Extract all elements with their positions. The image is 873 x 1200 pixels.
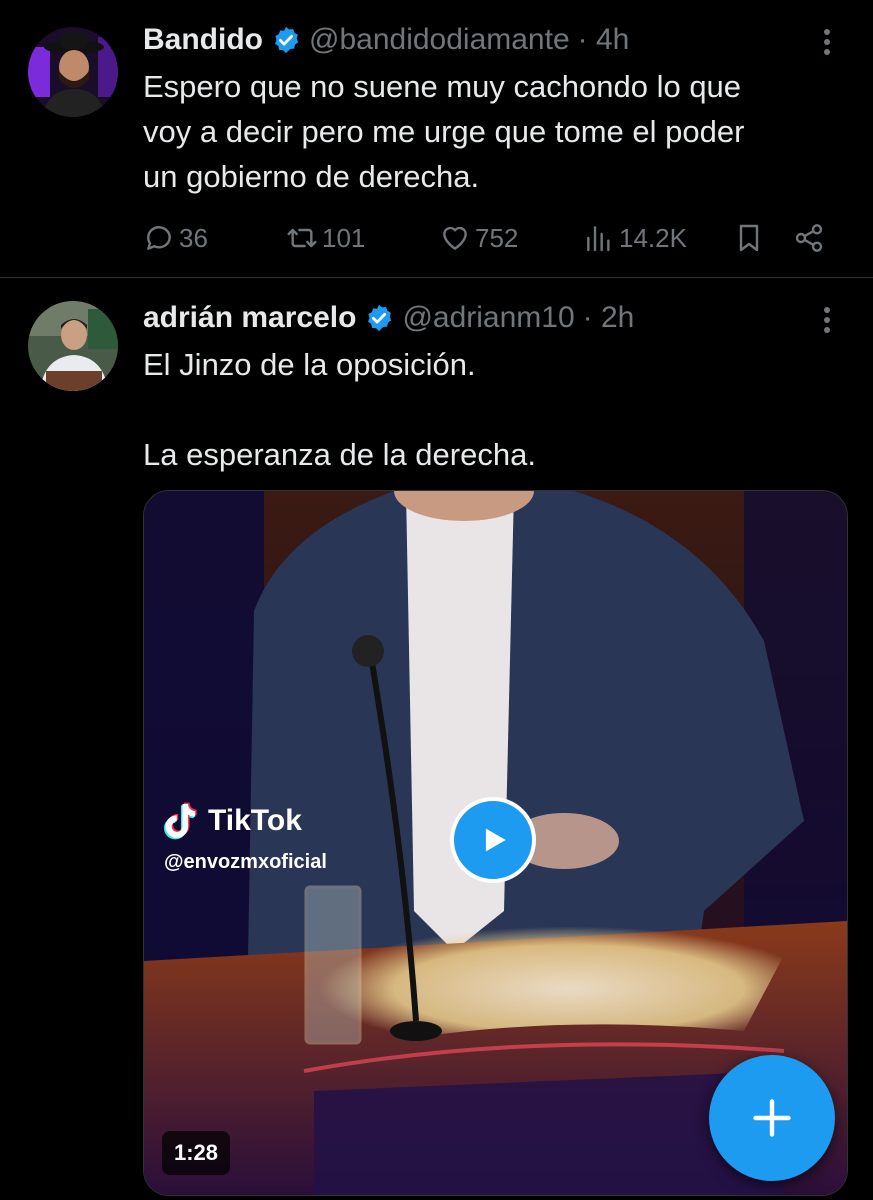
tweet-time[interactable]: · 2h bbox=[583, 301, 635, 335]
views-icon bbox=[587, 226, 610, 252]
like-button[interactable]: 752 bbox=[439, 216, 518, 260]
verified-badge-icon bbox=[275, 26, 299, 54]
more-icon[interactable] bbox=[815, 22, 839, 62]
reply-icon bbox=[147, 226, 171, 250]
play-icon bbox=[485, 828, 506, 852]
tweet-text: Espero que no suene muy cachondo lo que … bbox=[143, 64, 843, 199]
tiktok-brand: TikTok bbox=[208, 804, 302, 837]
tiktok-watermark: TikTok @envozmxoficial bbox=[164, 801, 327, 874]
avatar-bandido[interactable] bbox=[28, 27, 118, 117]
tweet-time[interactable]: · 4h bbox=[578, 23, 630, 57]
tweet-text-line: La esperanza de la derecha. bbox=[143, 437, 536, 472]
repost-icon bbox=[287, 228, 317, 248]
share-icon bbox=[795, 224, 823, 252]
bookmark-icon bbox=[739, 224, 759, 252]
like-icon bbox=[443, 226, 467, 250]
like-count: 752 bbox=[475, 222, 519, 253]
tiktok-account: @envozmxoficial bbox=[164, 851, 327, 873]
reply-count: 36 bbox=[179, 222, 208, 253]
views-button[interactable]: 14.2K bbox=[583, 216, 687, 260]
more-icon[interactable] bbox=[815, 300, 839, 340]
play-button[interactable] bbox=[450, 797, 536, 883]
video-duration: 1:28 bbox=[162, 1131, 231, 1175]
tweet-header: adrián marcelo @adrianm10 · 2h bbox=[143, 298, 634, 338]
tiktok-logo-icon bbox=[164, 802, 197, 840]
tweet-actions: 36 101 752 14.2K bbox=[143, 216, 833, 260]
verified-badge-icon bbox=[368, 304, 392, 332]
tweet-text-line: El Jinzo de la oposición. bbox=[143, 347, 476, 382]
tweet-header: Bandido @bandidodiamante · 4h bbox=[143, 20, 629, 60]
author-handle[interactable]: @bandidodiamante bbox=[309, 23, 570, 57]
tweet-text-line: voy a decir pero me urge que tome el pod… bbox=[143, 114, 745, 149]
author-name[interactable]: Bandido bbox=[143, 23, 263, 57]
bookmark-button[interactable] bbox=[733, 216, 765, 260]
reply-button[interactable]: 36 bbox=[143, 216, 208, 260]
compose-plus-icon bbox=[753, 1099, 791, 1137]
repost-button[interactable]: 101 bbox=[286, 216, 365, 260]
author-handle[interactable]: @adrianm10 bbox=[402, 301, 574, 335]
repost-count: 101 bbox=[322, 222, 366, 253]
compose-button[interactable] bbox=[709, 1055, 835, 1181]
tweet-text-line: Espero que no suene muy cachondo lo que bbox=[143, 69, 742, 104]
share-button[interactable] bbox=[793, 216, 825, 260]
avatar-adrian[interactable] bbox=[28, 301, 118, 391]
author-name[interactable]: adrián marcelo bbox=[143, 301, 356, 335]
tweet-bandido[interactable]: Bandido @bandidodiamante · 4h Espero que… bbox=[0, 0, 873, 277]
tweet-text-line: un gobierno de derecha. bbox=[143, 159, 480, 194]
views-count: 14.2K bbox=[619, 222, 687, 253]
